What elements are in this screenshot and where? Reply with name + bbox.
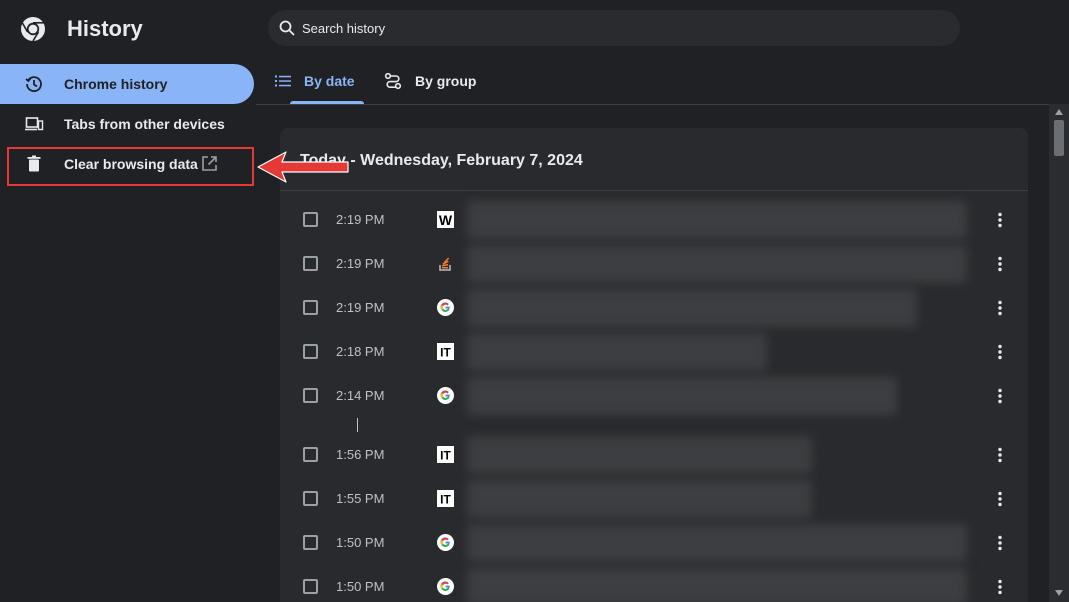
- it-site-icon: IT: [437, 490, 454, 507]
- visit-time: 1:56 PM: [336, 447, 385, 462]
- history-row[interactable]: 2:14 PM: [280, 374, 1028, 418]
- row-checkbox[interactable]: [303, 300, 318, 315]
- blurred-page-title[interactable]: [467, 377, 897, 415]
- more-vert-icon[interactable]: [991, 211, 1009, 229]
- history-row[interactable]: 1:56 PM IT: [280, 433, 1028, 477]
- row-checkbox[interactable]: [303, 388, 318, 403]
- more-vert-icon[interactable]: [991, 534, 1009, 552]
- visit-time: 2:14 PM: [336, 388, 385, 403]
- more-vert-icon[interactable]: [991, 446, 1009, 464]
- row-checkbox[interactable]: [303, 344, 318, 359]
- tab-by-date[interactable]: By date: [274, 64, 358, 100]
- google-icon: [437, 387, 454, 404]
- history-row[interactable]: 2:19 PM: [280, 286, 1028, 330]
- list-icon: [275, 75, 291, 87]
- page-title: History: [67, 16, 143, 41]
- svg-text:IT: IT: [440, 449, 451, 463]
- trash-icon: [27, 155, 41, 172]
- divider: [280, 190, 1028, 191]
- search-input[interactable]: [302, 10, 942, 46]
- svg-text:IT: IT: [440, 346, 451, 360]
- history-row[interactable]: 2:18 PM IT: [280, 330, 1028, 374]
- row-checkbox[interactable]: [303, 535, 318, 550]
- svg-text:W: W: [439, 212, 453, 228]
- blurred-page-title[interactable]: [467, 289, 917, 327]
- tab-by-group[interactable]: By group: [384, 64, 484, 100]
- visit-time: 1:50 PM: [336, 579, 385, 594]
- vertical-scrollbar[interactable]: [1049, 104, 1069, 602]
- blurred-page-title[interactable]: [467, 245, 967, 283]
- scrollbar-thumb[interactable]: [1054, 120, 1064, 156]
- blurred-page-title[interactable]: [467, 524, 967, 562]
- row-checkbox[interactable]: [303, 579, 318, 594]
- sidebar-item-tabs-from-other-devices[interactable]: Tabs from other devices: [0, 104, 254, 144]
- visit-time: 2:18 PM: [336, 344, 385, 359]
- history-row[interactable]: 1:50 PM: [280, 565, 1028, 602]
- blurred-page-title[interactable]: [467, 568, 967, 602]
- visit-time: 2:19 PM: [336, 212, 385, 227]
- search-icon: [279, 20, 295, 36]
- more-vert-icon[interactable]: [991, 255, 1009, 273]
- more-vert-icon[interactable]: [991, 387, 1009, 405]
- history-card: Today - Wednesday, February 7, 2024 2:19…: [280, 128, 1028, 602]
- history-clock-icon: [25, 76, 42, 92]
- more-vert-icon[interactable]: [991, 578, 1009, 596]
- history-page: History Chrome history Tabs from other d…: [0, 0, 1069, 602]
- visit-time: 1:50 PM: [336, 535, 385, 550]
- row-checkbox[interactable]: [303, 491, 318, 506]
- google-icon: [437, 578, 454, 595]
- sidebar-item-clear-browsing-data[interactable]: Clear browsing data: [0, 144, 254, 184]
- more-vert-icon[interactable]: [991, 299, 1009, 317]
- google-icon: [437, 534, 454, 551]
- devices-icon: [25, 117, 44, 131]
- scroll-down-arrow-icon[interactable]: [1055, 590, 1063, 596]
- blurred-page-title[interactable]: [467, 480, 812, 518]
- visit-time: 2:19 PM: [336, 300, 385, 315]
- row-checkbox[interactable]: [303, 256, 318, 271]
- visit-time: 2:19 PM: [336, 256, 385, 271]
- tab-label: By date: [304, 73, 355, 89]
- sidebar-item-chrome-history[interactable]: Chrome history: [0, 64, 254, 104]
- sidebar-item-label: Tabs from other devices: [64, 116, 225, 132]
- blurred-page-title[interactable]: [467, 201, 967, 239]
- route-icon: [384, 72, 402, 90]
- divider: [256, 104, 1049, 105]
- more-vert-icon[interactable]: [991, 343, 1009, 361]
- row-checkbox[interactable]: [303, 212, 318, 227]
- more-vert-icon[interactable]: [991, 490, 1009, 508]
- chrome-logo-icon: [21, 17, 45, 42]
- sidebar-item-label: Clear browsing data: [64, 156, 198, 172]
- annotation-arrow-icon: [257, 151, 349, 183]
- history-row[interactable]: 2:19 PM: [280, 242, 1028, 286]
- history-row[interactable]: 2:19 PM W: [280, 198, 1028, 242]
- svg-text:IT: IT: [440, 493, 451, 507]
- history-row[interactable]: 1:50 PM: [280, 521, 1028, 565]
- history-row[interactable]: 1:55 PM IT: [280, 477, 1028, 521]
- sidebar-item-label: Chrome history: [64, 76, 168, 92]
- row-checkbox[interactable]: [303, 447, 318, 462]
- session-gap-marker: [357, 418, 358, 432]
- stack-overflow-icon: [439, 257, 451, 271]
- blurred-page-title[interactable]: [467, 436, 812, 474]
- it-site-icon: IT: [437, 446, 454, 463]
- scroll-up-arrow-icon[interactable]: [1055, 109, 1063, 115]
- google-icon: [437, 299, 454, 316]
- w-site-icon: W: [437, 211, 454, 228]
- blurred-page-title[interactable]: [467, 333, 767, 371]
- search-box[interactable]: [268, 10, 960, 46]
- tab-label: By group: [415, 73, 477, 89]
- open-in-new-icon: [202, 156, 217, 171]
- it-site-icon: IT: [437, 343, 454, 360]
- visit-time: 1:55 PM: [336, 491, 385, 506]
